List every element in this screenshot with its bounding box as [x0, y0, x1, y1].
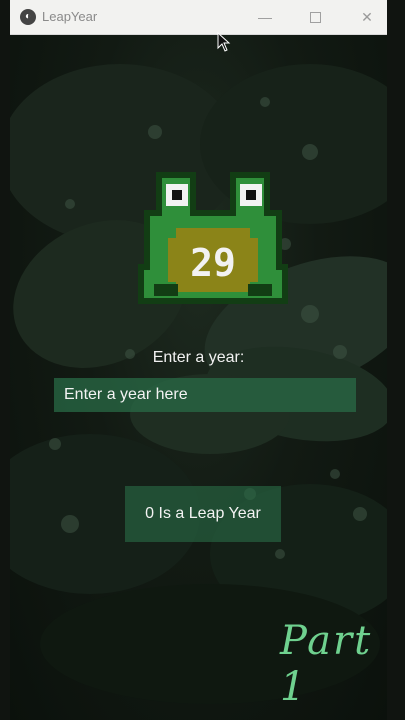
prompt-label: Enter a year: — [152, 349, 245, 366]
maximize-icon — [309, 12, 321, 23]
frog-mascot-icon: 29 — [138, 172, 288, 304]
close-button[interactable]: ✕ — [352, 5, 382, 29]
title-bar: ◐ LeapYear — ✕ — [10, 0, 387, 35]
maximize-button[interactable] — [300, 5, 330, 29]
mouse-cursor-icon — [217, 32, 231, 52]
year-input[interactable] — [54, 378, 356, 412]
app-window: ◐ LeapYear — ✕ 29 Enter a year: Enter a … — [10, 0, 387, 720]
badge-number: 29 — [190, 241, 236, 285]
minimize-button[interactable]: — — [250, 5, 280, 29]
part-caption: Part 1 — [280, 618, 373, 710]
window-title: LeapYear — [42, 9, 98, 24]
result-button[interactable]: 0 Is a Leap Year — [125, 486, 281, 542]
app-logo-icon: ◐ — [20, 9, 36, 25]
